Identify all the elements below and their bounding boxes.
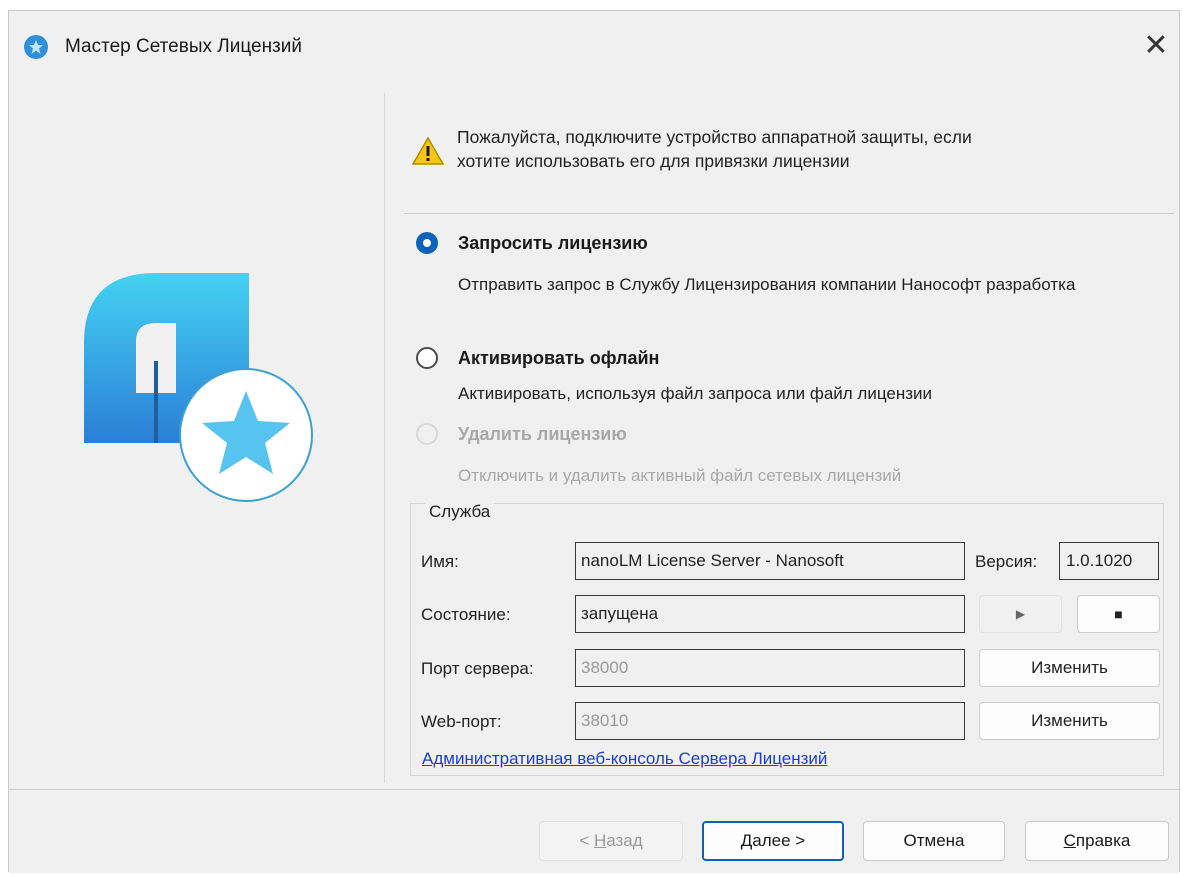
back-hotkey: Н [593, 831, 607, 850]
license-wizard-window: Мастер Сетевых Лицензий ✕ Пожалуйста, по… [8, 10, 1180, 873]
back-label: азад [606, 831, 643, 850]
close-icon[interactable]: ✕ [1133, 23, 1179, 69]
next-hotkey: Д [740, 831, 753, 850]
right-panel: Пожалуйста, подключите устройство аппара… [404, 83, 1174, 789]
help-label: правка [1075, 831, 1131, 850]
stop-icon: ■ [1114, 606, 1123, 622]
warning-text: Пожалуйста, подключите устройство аппара… [457, 125, 1157, 173]
warning-line-1: Пожалуйста, подключите устройство аппара… [457, 127, 972, 147]
version-field[interactable]: 1.0.1020 [1059, 542, 1159, 580]
option-delete-license-label[interactable]: Удалить лицензию [458, 424, 627, 445]
state-field[interactable]: запущена [575, 595, 965, 633]
radio-activate-offline[interactable] [416, 347, 438, 369]
option-request-license-label[interactable]: Запросить лицензию [458, 233, 648, 254]
web-port-label: Web-порт: [421, 712, 502, 731]
panel-divider [384, 93, 385, 783]
change-web-port-button[interactable]: Изменить [979, 702, 1160, 740]
service-name-label: Имя: [421, 552, 459, 571]
stop-service-button[interactable]: ■ [1077, 595, 1160, 633]
option-request-license-desc: Отправить запрос в Службу Лицензирования… [458, 275, 1076, 294]
service-group: Служба Имя: nanoLM License Server - Nano… [410, 502, 1164, 776]
app-icon [24, 35, 48, 59]
back-arrow: < [579, 831, 594, 850]
help-button[interactable]: Справка [1025, 821, 1169, 861]
next-button[interactable]: Далее > [702, 821, 844, 861]
warning-line-2: хотите использовать его для привязки лиц… [457, 151, 850, 171]
wizard-content: Пожалуйста, подключите устройство аппара… [9, 83, 1179, 789]
play-icon: ▶ [1015, 607, 1026, 621]
product-logo-icon [84, 273, 324, 508]
radio-delete-license[interactable] [416, 423, 438, 445]
cancel-button[interactable]: Отмена [863, 821, 1005, 861]
service-name-field[interactable]: nanoLM License Server - Nanosoft [575, 542, 965, 580]
option-activate-offline-desc: Активировать, используя файл запроса или… [458, 384, 933, 403]
back-button[interactable]: < Назад [539, 821, 683, 861]
warning-icon [411, 136, 445, 170]
version-label: Версия: [975, 552, 1038, 571]
radio-request-license[interactable] [416, 232, 438, 254]
server-port-field[interactable]: 38000 [575, 649, 965, 687]
admin-console-link[interactable]: Административная веб-консоль Сервера Лиц… [422, 749, 827, 769]
help-hotkey: С [1063, 831, 1076, 850]
left-panel [9, 83, 385, 789]
window-title: Мастер Сетевых Лицензий [65, 36, 302, 57]
option-activate-offline-label[interactable]: Активировать офлайн [458, 348, 659, 369]
state-label: Состояние: [421, 605, 511, 624]
next-label: алее > [752, 831, 806, 850]
change-server-port-button[interactable]: Изменить [979, 649, 1160, 687]
title-bar: Мастер Сетевых Лицензий ✕ [9, 11, 1179, 83]
web-port-field[interactable]: 38010 [575, 702, 965, 740]
server-port-label: Порт сервера: [421, 659, 534, 678]
separator [404, 213, 1174, 214]
wizard-footer: < Назад Далее > Отмена Справка [9, 789, 1179, 873]
start-service-button[interactable]: ▶ [979, 595, 1062, 633]
option-delete-license-desc: Отключить и удалить активный файл сетевы… [458, 466, 902, 485]
hardware-warning: Пожалуйста, подключите устройство аппара… [411, 125, 1162, 195]
footer-divider [9, 789, 1179, 790]
service-group-title: Служба [425, 502, 495, 522]
